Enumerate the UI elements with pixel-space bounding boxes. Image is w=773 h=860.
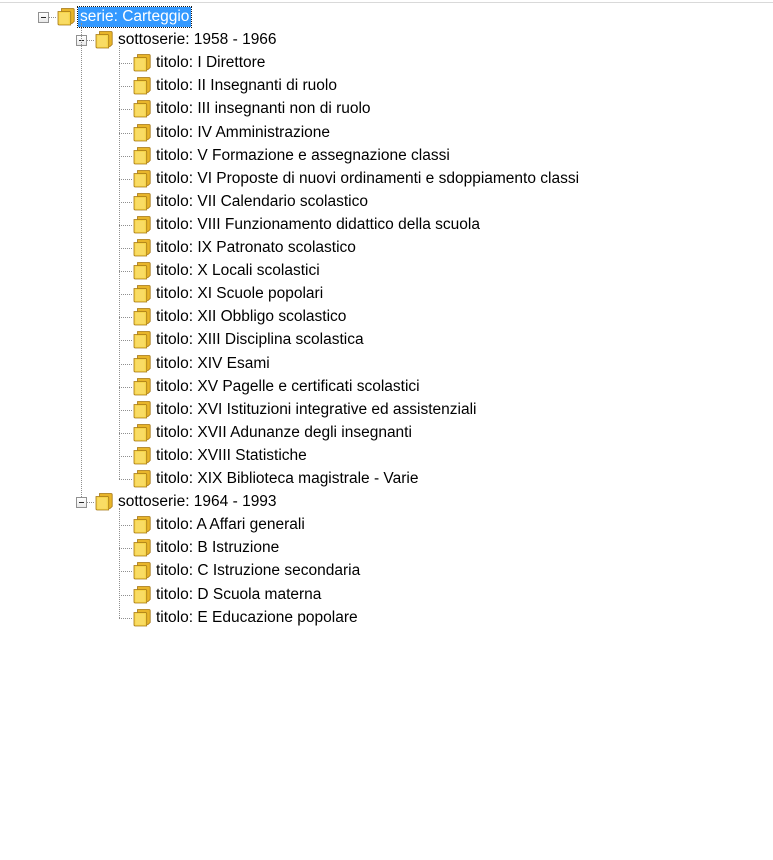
tree-node-titolo[interactable]: titolo: D Scuola materna: [154, 585, 323, 605]
folder-icon: [132, 260, 152, 280]
folder-icon: [132, 376, 152, 396]
connector-line: [119, 548, 132, 549]
connector-line: [119, 618, 132, 619]
tree-node-titolo[interactable]: titolo: A Affari generali: [154, 515, 307, 535]
connector-line: [119, 248, 132, 249]
connector-line: [119, 456, 132, 457]
tree-node-titolo[interactable]: titolo: XIII Disciplina scolastica: [154, 330, 366, 350]
tree-node-sottoserie[interactable]: sottoserie: 1964 - 1993: [116, 492, 279, 512]
folder-icon: [56, 6, 76, 26]
tree-node-titolo[interactable]: titolo: B Istruzione: [154, 538, 281, 558]
folder-icon: [94, 491, 114, 511]
folder-icon: [132, 445, 152, 465]
folder-icon: [132, 237, 152, 257]
top-border: [0, 2, 773, 3]
folder-icon: [132, 353, 152, 373]
connector-line: [119, 294, 132, 295]
tree-node-titolo[interactable]: titolo: IV Amministrazione: [154, 123, 332, 143]
connector-line: [119, 571, 132, 572]
tree-node-titolo[interactable]: titolo: XI Scuole popolari: [154, 284, 325, 304]
connector-line: [119, 595, 132, 596]
minus-box-icon[interactable]: [76, 497, 87, 508]
connector-line: [119, 410, 132, 411]
tree-node-titolo[interactable]: titolo: XII Obbligo scolastico: [154, 307, 348, 327]
tree-node-titolo[interactable]: titolo: XVI Istituzioni integrative ed a…: [154, 400, 479, 420]
tree-node-titolo[interactable]: titolo: VII Calendario scolastico: [154, 192, 370, 212]
folder-icon: [132, 584, 152, 604]
tree-node-titolo[interactable]: titolo: XV Pagelle e certificati scolast…: [154, 377, 422, 397]
folder-icon: [132, 399, 152, 419]
connector-line: [119, 179, 132, 180]
tree-node-titolo[interactable]: titolo: X Locali scolastici: [154, 261, 322, 281]
tree-node-titolo[interactable]: titolo: C Istruzione secondaria: [154, 561, 362, 581]
connector-line: [119, 479, 132, 480]
connector-line: [119, 364, 132, 365]
folder-icon: [132, 537, 152, 557]
connector-line: [119, 225, 132, 226]
folder-icon: [132, 514, 152, 534]
folder-icon: [132, 560, 152, 580]
tree-node-titolo[interactable]: titolo: VI Proposte di nuovi ordinamenti…: [154, 169, 581, 189]
tree-node-titolo[interactable]: titolo: XVII Adunanze degli insegnanti: [154, 423, 414, 443]
connector-line: [87, 502, 94, 503]
tree-node-titolo[interactable]: titolo: XIV Esami: [154, 354, 272, 374]
folder-icon: [132, 607, 152, 627]
tree-node-titolo[interactable]: titolo: XIX Biblioteca magistrale - Vari…: [154, 469, 420, 489]
connector-line: [119, 156, 132, 157]
connector-line: [49, 17, 56, 18]
tree-node-serie[interactable]: serie: Carteggio: [76, 6, 193, 28]
folder-icon: [132, 122, 152, 142]
tree-node-titolo[interactable]: titolo: VIII Funzionamento didattico del…: [154, 215, 482, 235]
folder-icon: [132, 52, 152, 72]
connector-line: [119, 317, 132, 318]
tree-node-titolo[interactable]: titolo: E Educazione popolare: [154, 608, 360, 628]
tree-node-titolo[interactable]: titolo: XVIII Statistiche: [154, 446, 309, 466]
connector-line: [119, 340, 132, 341]
connector-line: [81, 23, 82, 497]
folder-icon: [132, 306, 152, 326]
tree-node-titolo[interactable]: titolo: V Formazione e assegnazione clas…: [154, 146, 452, 166]
folder-icon: [132, 98, 152, 118]
folder-icon: [132, 75, 152, 95]
tree-view[interactable]: serie: Carteggio sottoserie: 1958 - 1966…: [0, 0, 773, 860]
folder-icon: [132, 214, 152, 234]
folder-icon: [94, 29, 114, 49]
tree-node-titolo[interactable]: titolo: I Direttore: [154, 53, 267, 73]
folder-icon: [132, 168, 152, 188]
connector-line: [119, 109, 132, 110]
tree-node-titolo[interactable]: titolo: II Insegnanti di ruolo: [154, 76, 339, 96]
tree-node-titolo[interactable]: titolo: III insegnanti non di ruolo: [154, 99, 373, 119]
folder-icon: [132, 283, 152, 303]
connector-line: [119, 86, 132, 87]
folder-icon: [132, 329, 152, 349]
connector-line: [119, 387, 132, 388]
folder-icon: [132, 468, 152, 488]
folder-icon: [132, 422, 152, 442]
connector-line: [119, 63, 132, 64]
connector-line: [119, 508, 120, 618]
connector-line: [119, 271, 132, 272]
connector-line: [119, 46, 120, 479]
tree-node-sottoserie[interactable]: sottoserie: 1958 - 1966: [116, 30, 279, 50]
connector-line: [119, 525, 132, 526]
connector-line: [119, 433, 132, 434]
minus-box-icon[interactable]: [38, 12, 49, 23]
connector-line: [119, 202, 132, 203]
connector-line: [119, 133, 132, 134]
connector-line: [87, 40, 94, 41]
tree-node-titolo[interactable]: titolo: IX Patronato scolastico: [154, 238, 358, 258]
folder-icon: [132, 191, 152, 211]
folder-icon: [132, 145, 152, 165]
